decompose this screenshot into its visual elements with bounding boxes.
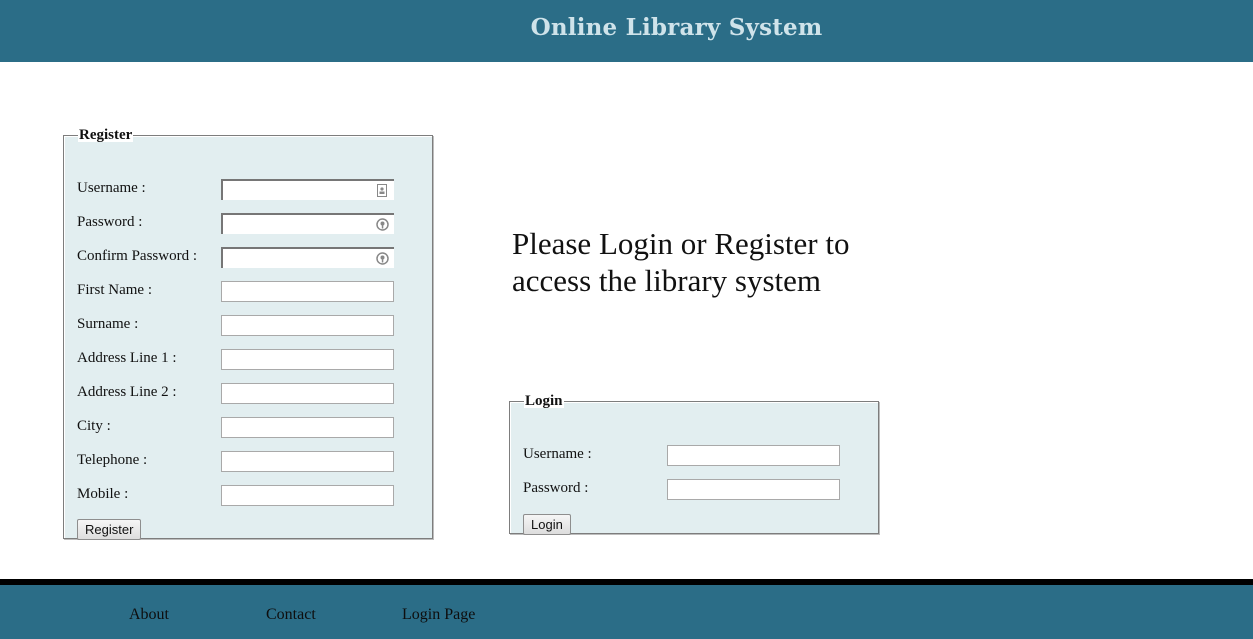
- register-address-line-1-input[interactable]: [221, 349, 394, 370]
- page-footer: About Contact Login Page: [0, 585, 1253, 639]
- register-surname-input[interactable]: [221, 315, 394, 336]
- key-icon: [375, 251, 389, 266]
- register-username-label: Username :: [77, 180, 146, 196]
- register-button[interactable]: Register: [77, 519, 142, 540]
- register-password-label: Password :: [77, 214, 143, 230]
- login-legend: Login: [524, 393, 564, 409]
- register-first-name-label: First Name :: [77, 282, 152, 298]
- register-mobile-input[interactable]: [221, 485, 394, 506]
- footer-link-contact[interactable]: Contact: [266, 606, 316, 624]
- register-address-line-2-label: Address Line 2 :: [77, 384, 177, 400]
- register-city-label: City :: [77, 418, 111, 434]
- register-city-input[interactable]: [221, 417, 394, 438]
- register-password-input[interactable]: [221, 213, 394, 234]
- contact-card-icon: [375, 183, 389, 198]
- login-form: Login Username : Password : Login: [509, 393, 879, 535]
- login-username-input[interactable]: [667, 445, 840, 466]
- login-button[interactable]: Login: [523, 514, 571, 535]
- register-confirm-password-label: Confirm Password :: [77, 248, 197, 264]
- register-telephone-label: Telephone :: [77, 452, 148, 468]
- footer-link-login-page[interactable]: Login Page: [402, 606, 475, 624]
- register-surname-label: Surname :: [77, 316, 139, 332]
- key-icon: [375, 217, 389, 232]
- register-telephone-input[interactable]: [221, 451, 394, 472]
- register-address-line-2-input[interactable]: [221, 383, 394, 404]
- footer-link-about[interactable]: About: [129, 606, 169, 624]
- register-mobile-label: Mobile :: [77, 486, 129, 502]
- register-username-input[interactable]: [221, 179, 394, 200]
- login-username-label: Username :: [523, 446, 592, 462]
- login-password-label: Password :: [523, 480, 589, 496]
- login-prompt-message: Please Login or Register to access the l…: [512, 226, 850, 298]
- login-password-input[interactable]: [667, 479, 840, 500]
- register-legend: Register: [78, 127, 134, 143]
- register-form: Register Username : Password : Confirm P…: [63, 127, 433, 540]
- register-address-line-1-label: Address Line 1 :: [77, 350, 177, 366]
- register-first-name-input[interactable]: [221, 281, 394, 302]
- site-title: Online Library System: [530, 14, 823, 41]
- register-confirm-password-input[interactable]: [221, 247, 394, 268]
- page-header: Online Library System: [0, 0, 1253, 62]
